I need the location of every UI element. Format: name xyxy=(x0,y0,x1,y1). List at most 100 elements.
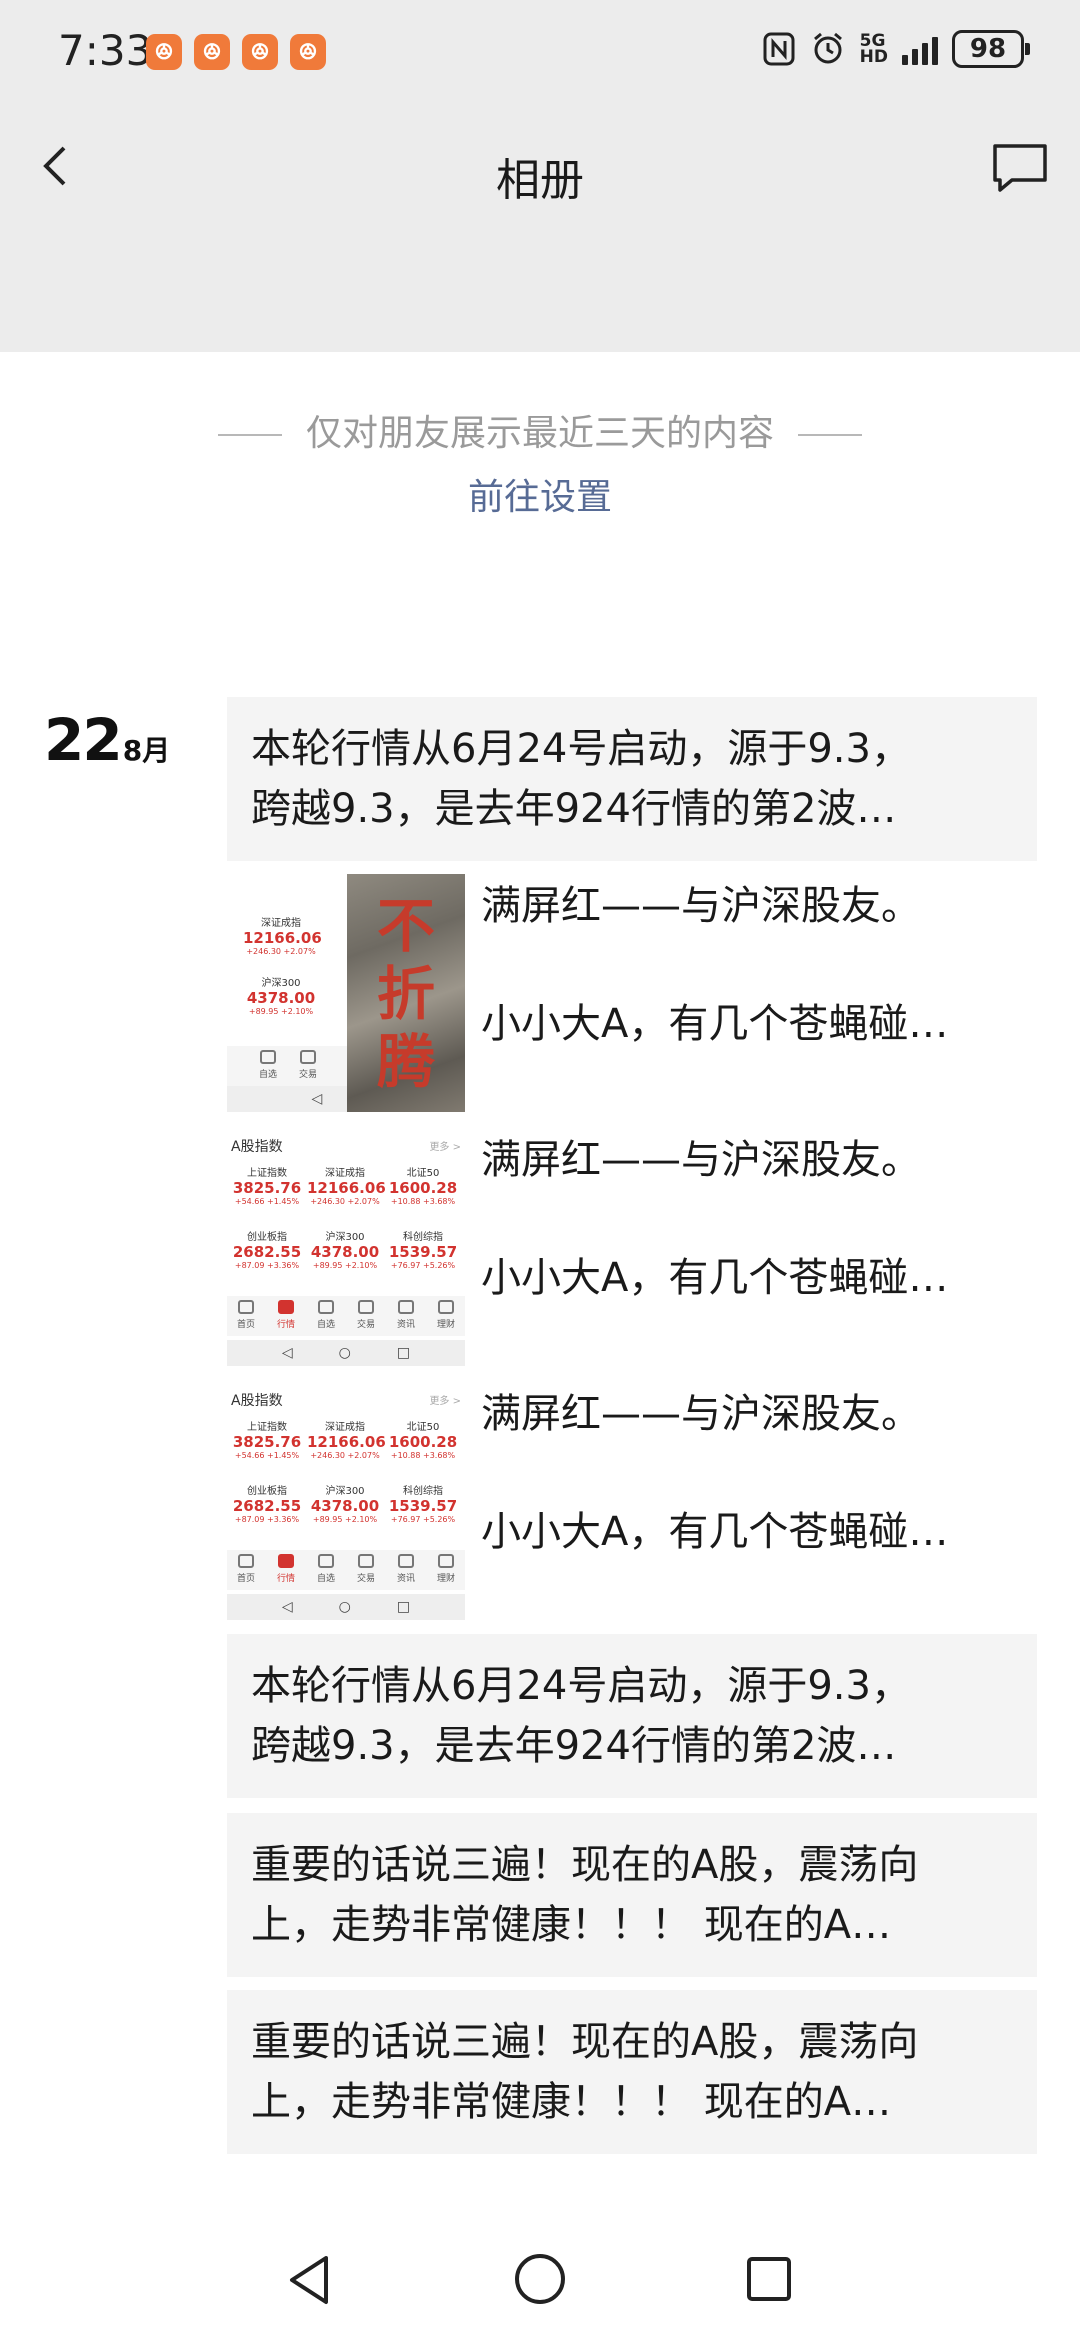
stock-tab: 首页 xyxy=(229,1300,263,1330)
stock-cell: 创业板指 2682.55 +87.09 +3.36% xyxy=(229,1228,305,1270)
post-caption: 小小大A，有几个苍蝇碰… xyxy=(481,1255,949,1301)
stock-change: +89.95 +2.10% xyxy=(312,1515,378,1524)
stock-tab-label: 交易 xyxy=(356,1320,375,1330)
post-text-line: 本轮行情从6月24号启动，源于9.3， xyxy=(251,1663,911,1709)
post-caption: 满屏红——与沪深股友。 xyxy=(481,1391,921,1437)
stock-change: +76.97 +5.26% xyxy=(390,1261,456,1270)
stock-change: +246.30 +2.07% xyxy=(246,947,316,956)
stock-value: 1539.57 xyxy=(388,1243,458,1261)
network-label-bottom: HD xyxy=(859,47,888,67)
stock-tab-label: 行情 xyxy=(276,1320,295,1330)
stock-tab: 自选 xyxy=(309,1300,343,1330)
stock-name: 创业板指 xyxy=(247,1232,287,1243)
comment-icon[interactable] xyxy=(990,140,1050,196)
text-post[interactable]: 本轮行情从6月24号启动，源于9.3， 跨越9.3，是去年924行情的第2波… xyxy=(227,1634,1037,1798)
go-to-settings-link[interactable]: 前往设置 xyxy=(0,468,1080,520)
stock-name: 北证50 xyxy=(406,1422,440,1433)
stock-tab-label: 交易 xyxy=(356,1574,375,1584)
stock-tab: 资讯 xyxy=(389,1300,423,1330)
stone-inscription-text: 不折腾 xyxy=(376,892,435,1096)
status-time: 7:33 xyxy=(58,26,153,75)
post-caption: 小小大A，有几个苍蝇碰… xyxy=(481,1001,949,1047)
stock-header: A股指数 xyxy=(231,1393,283,1409)
post-text-line: 跨越9.3，是去年924行情的第2波… xyxy=(251,786,897,832)
stock-tab: 自选 xyxy=(309,1554,343,1584)
stock-cell: 深证成指 12166.06 +246.30 +2.07% xyxy=(307,1418,386,1460)
stock-cell: 创业板指 2682.55 +87.09 +3.36% xyxy=(229,1482,305,1524)
stock-tab-label: 首页 xyxy=(236,1574,255,1584)
post-thumbnail[interactable]: 深证成指 12166.06 +246.30 +2.07% 沪深300 4378.… xyxy=(227,874,465,1112)
signal-icon xyxy=(902,33,938,65)
stock-tab: 首页 xyxy=(229,1554,263,1584)
stock-name: 上证指数 xyxy=(247,1168,287,1179)
post-text-line: 跨越9.3，是去年924行情的第2波… xyxy=(251,1723,897,1769)
stock-change: +246.30 +2.07% xyxy=(310,1451,380,1460)
stock-name: 北证50 xyxy=(406,1168,440,1179)
nav-recents-icon[interactable] xyxy=(744,2254,794,2304)
image-post[interactable]: A股指数 更多 > 上证指数 3825.76 +54.66 +1.45% 深证成… xyxy=(227,1382,1037,1620)
stock-cell: 沪深300 4378.00 +89.95 +2.10% xyxy=(307,1482,383,1524)
stock-value: 1539.57 xyxy=(388,1497,458,1515)
image-post[interactable]: A股指数 更多 > 上证指数 3825.76 +54.66 +1.45% 深证成… xyxy=(227,1128,1037,1366)
stock-cell: 沪深300 4378.00 +89.95 +2.10% xyxy=(243,974,319,1016)
stock-value: 12166.06 xyxy=(307,1433,386,1451)
stock-value: 3825.76 xyxy=(232,1433,302,1451)
stock-name: 科创综指 xyxy=(403,1486,443,1497)
post-caption: 满屏红——与沪深股友。 xyxy=(481,883,921,929)
nav-home-icon[interactable] xyxy=(513,2252,567,2306)
battery-level: 98 xyxy=(969,34,1007,64)
stock-change: +54.66 +1.45% xyxy=(234,1197,300,1206)
stock-app-screenshot: A股指数 更多 > 上证指数 3825.76 +54.66 +1.45% 深证成… xyxy=(227,1128,465,1366)
stock-screen-navkeys: ◁○□ xyxy=(227,1340,465,1366)
stock-tab-label: 理财 xyxy=(436,1320,455,1330)
stock-change: +76.97 +5.26% xyxy=(390,1515,456,1524)
nav-back-icon[interactable] xyxy=(284,2252,334,2308)
post-text-line: 重要的话说三遍！现在的A股，震荡向 xyxy=(251,2019,919,2065)
stock-value: 4378.00 xyxy=(246,989,316,1007)
stock-value: 2682.55 xyxy=(232,1243,302,1261)
header-area: 7:33 ꔮ ꔮ ꔮ ꔮ 5G HD 98 相册 xyxy=(0,0,1080,352)
stock-change: +10.88 +3.68% xyxy=(390,1197,456,1206)
app-notification-icon: ꔮ xyxy=(146,34,182,70)
page-title: 相册 xyxy=(496,155,584,206)
status-bar: 7:33 ꔮ ꔮ ꔮ ꔮ 5G HD 98 xyxy=(0,0,1080,110)
stock-tab-label: 资讯 xyxy=(396,1320,415,1330)
stock-tab: 自选 xyxy=(251,1050,285,1080)
stock-tab-label: 资讯 xyxy=(396,1574,415,1584)
nav-bar: 相册 xyxy=(0,110,1080,230)
stock-tab-label: 行情 xyxy=(276,1574,295,1584)
post-thumbnail[interactable]: A股指数 更多 > 上证指数 3825.76 +54.66 +1.45% 深证成… xyxy=(227,1128,465,1366)
stock-screen-navkeys: ◁○□ xyxy=(227,1594,465,1620)
privacy-notice-text: 仅对朋友展示最近三天的内容 xyxy=(305,413,774,454)
stock-change: +89.95 +2.10% xyxy=(248,1007,314,1016)
stock-cell: 深证成指 12166.06 +246.30 +2.07% xyxy=(307,1164,386,1206)
stock-tab-label: 交易 xyxy=(298,1070,317,1080)
privacy-notice: 仅对朋友展示最近三天的内容 xyxy=(0,404,1080,456)
text-post[interactable]: 本轮行情从6月24号启动，源于9.3， 跨越9.3，是去年924行情的第2波… xyxy=(227,697,1037,861)
stock-tab: 资讯 xyxy=(389,1554,423,1584)
post-thumbnail[interactable]: A股指数 更多 > 上证指数 3825.76 +54.66 +1.45% 深证成… xyxy=(227,1382,465,1620)
stock-tab: 理财 xyxy=(429,1300,463,1330)
stock-tab-active: 行情 xyxy=(269,1554,303,1584)
stock-app-screenshot: 深证成指 12166.06 +246.30 +2.07% 沪深300 4378.… xyxy=(227,874,347,1112)
stock-value: 4378.00 xyxy=(310,1497,380,1515)
stock-name: 沪深300 xyxy=(325,1486,365,1497)
stock-cell: 科创综指 1539.57 +76.97 +5.26% xyxy=(385,1482,461,1524)
stock-app-screenshot: A股指数 更多 > 上证指数 3825.76 +54.66 +1.45% 深证成… xyxy=(227,1382,465,1620)
notification-icons: ꔮ ꔮ ꔮ ꔮ xyxy=(146,34,326,70)
stock-header: A股指数 xyxy=(231,1139,283,1155)
text-post[interactable]: 重要的话说三遍！现在的A股，震荡向 上，走势非常健康！！！ 现在的A… xyxy=(227,1813,1037,1977)
stock-name: 创业板指 xyxy=(247,1486,287,1497)
stock-tab: 交易 xyxy=(291,1050,325,1080)
stock-cell: 科创综指 1539.57 +76.97 +5.26% xyxy=(385,1228,461,1270)
image-post[interactable]: 深证成指 12166.06 +246.30 +2.07% 沪深300 4378.… xyxy=(227,874,1037,1112)
post-text-line: 重要的话说三遍！现在的A股，震荡向 xyxy=(251,1842,919,1888)
stock-name: 深证成指 xyxy=(325,1422,365,1433)
stock-tab-bar: 首页 行情 自选 交易 资讯 理财 xyxy=(227,1550,465,1590)
text-post[interactable]: 重要的话说三遍！现在的A股，震荡向 上，走势非常健康！！！ 现在的A… xyxy=(227,1990,1037,2154)
stock-change: +54.66 +1.45% xyxy=(234,1451,300,1460)
stock-value: 2682.55 xyxy=(232,1497,302,1515)
stock-name: 沪深300 xyxy=(325,1232,365,1243)
stock-cell: 北证50 1600.28 +10.88 +3.68% xyxy=(385,1164,461,1206)
stock-value: 3825.76 xyxy=(232,1179,302,1197)
